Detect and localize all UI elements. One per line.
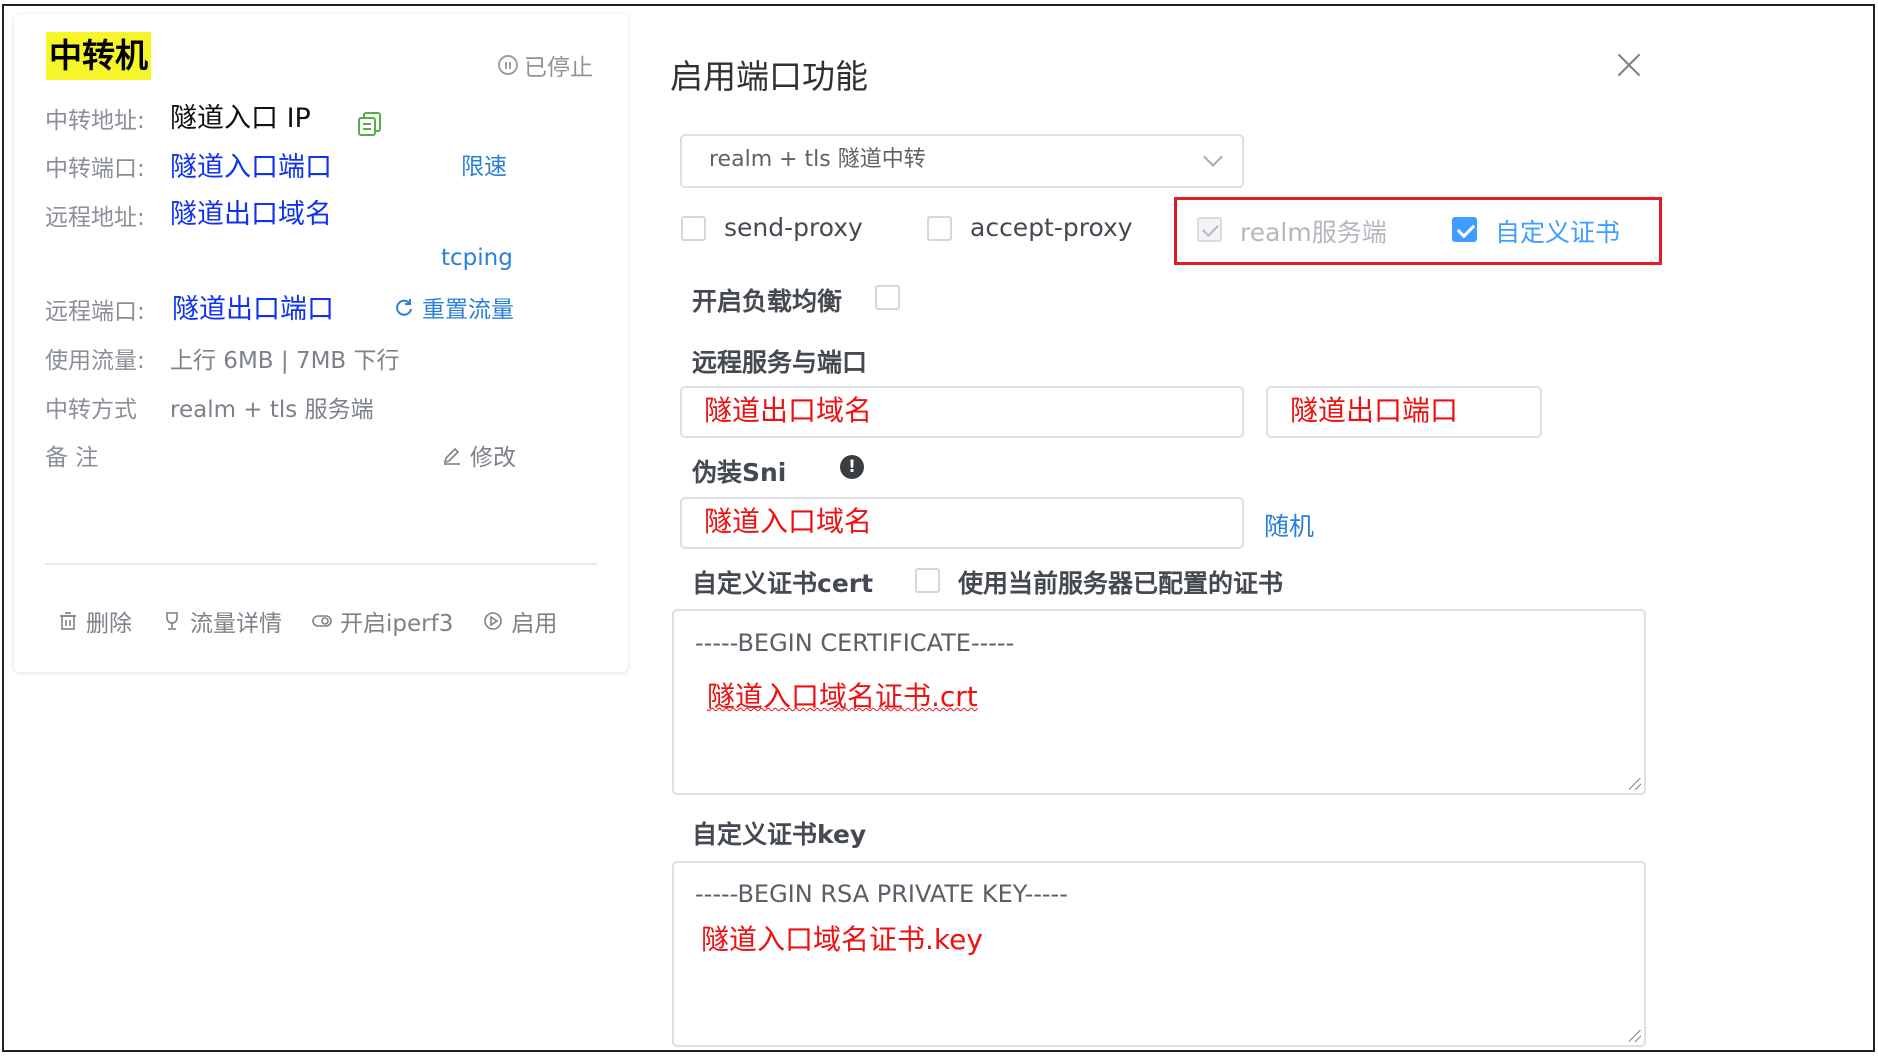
mode-select-value: realm + tls 隧道中转: [709, 147, 926, 172]
edit-note-button[interactable]: 修改: [442, 438, 516, 472]
toggle-icon: [312, 615, 332, 627]
iperf3-button[interactable]: 开启iperf3: [312, 604, 453, 638]
custom-cert-checkbox[interactable]: [1452, 217, 1477, 242]
card-actions: 删除 流量详情 开启iperf3 启用: [58, 604, 557, 638]
cup-icon: [166, 612, 178, 630]
dialog-title: 启用端口功能: [670, 57, 868, 96]
iperf3-label: 开启iperf3: [340, 611, 454, 637]
relay-port-label: 中转端口:: [45, 156, 145, 182]
pencil-icon: [443, 447, 460, 465]
trash-icon: [60, 612, 76, 630]
card-title: 中转机: [46, 32, 151, 80]
resize-handle[interactable]: [1629, 778, 1641, 790]
relay-address-value: 隧道入口 IP: [170, 103, 311, 134]
remote-port-label: 远程端口:: [45, 299, 145, 325]
resize-handle[interactable]: [1629, 1030, 1641, 1042]
note-label: 备 注: [45, 445, 99, 471]
relay-card: 中转机 已停止 中转地址: 隧道入口 IP 中转端口: 隧道入口端口 限速 远程…: [14, 14, 628, 672]
remote-address-value: 隧道出口域名: [170, 199, 332, 230]
mode-select[interactable]: realm + tls 隧道中转: [680, 134, 1244, 188]
refresh-icon: [396, 299, 412, 316]
close-icon[interactable]: [1615, 52, 1643, 80]
chevron-down-icon: [1203, 147, 1223, 167]
remote-section-label: 远程服务与端口: [692, 348, 868, 377]
remote-port-input[interactable]: 隧道出口端口: [1266, 386, 1542, 438]
accept-proxy-label: accept-proxy: [970, 213, 1133, 242]
use-current-cert-checkbox[interactable]: [915, 568, 940, 593]
realm-server-checkbox[interactable]: [1197, 217, 1222, 242]
remote-address-label: 远程地址:: [45, 205, 145, 231]
load-balance-checkbox[interactable]: [875, 285, 900, 310]
mode-value: realm + tls 服务端: [170, 397, 374, 423]
cert-value: 隧道入口域名证书.crt: [707, 680, 978, 713]
play-circle-icon: [484, 612, 503, 630]
status-indicator: 已停止: [498, 48, 593, 82]
custom-cert-label: 自定义证书: [1495, 218, 1621, 247]
reset-traffic-label: 重置流量: [422, 297, 514, 323]
send-proxy-checkbox[interactable]: [681, 216, 706, 241]
traffic-detail-label: 流量详情: [190, 611, 282, 637]
cert-textarea[interactable]: -----BEGIN CERTIFICATE----- 隧道入口域名证书.crt: [672, 609, 1646, 795]
load-balance-label: 开启负载均衡: [692, 287, 843, 316]
pause-icon: [498, 55, 518, 75]
key-textarea[interactable]: -----BEGIN RSA PRIVATE KEY----- 隧道入口域名证书…: [672, 861, 1646, 1047]
card-divider: [45, 563, 597, 565]
reset-traffic-button[interactable]: 重置流量: [394, 290, 514, 324]
edit-note-label: 修改: [470, 445, 516, 471]
accept-proxy-checkbox[interactable]: [927, 216, 952, 241]
sni-label: 伪装Sni: [692, 458, 787, 487]
relay-port-value: 隧道入口端口: [170, 152, 332, 183]
key-value: 隧道入口域名证书.key: [701, 923, 983, 956]
enable-button[interactable]: 启用: [483, 604, 557, 638]
copy-icon[interactable]: [357, 111, 383, 137]
send-proxy-label: send-proxy: [724, 213, 863, 242]
mode-label: 中转方式: [45, 397, 137, 423]
screenshot-frame: 中转机 已停止 中转地址: 隧道入口 IP 中转端口: 隧道入口端口 限速 远程…: [2, 4, 1875, 1052]
rate-limit-link[interactable]: 限速: [461, 147, 507, 181]
traffic-detail-button[interactable]: 流量详情: [162, 604, 282, 638]
relay-address-label: 中转地址:: [45, 108, 145, 134]
delete-label: 删除: [86, 611, 132, 637]
use-current-cert-label: 使用当前服务器已配置的证书: [958, 569, 1284, 598]
cert-label: 自定义证书cert: [692, 569, 874, 598]
realm-server-label: realm服务端: [1240, 218, 1387, 247]
cert-placeholder: -----BEGIN CERTIFICATE-----: [695, 629, 1015, 657]
usage-label: 使用流量:: [45, 348, 145, 374]
enable-label: 启用: [511, 611, 558, 637]
info-icon[interactable]: !: [840, 455, 864, 479]
usage-value: 上行 6MB | 7MB 下行: [170, 348, 400, 374]
remote-port-value: 隧道出口端口: [172, 294, 334, 325]
delete-button[interactable]: 删除: [58, 604, 132, 638]
remote-host-input[interactable]: 隧道出口域名: [680, 386, 1244, 438]
tcping-link[interactable]: tcping: [441, 245, 513, 271]
key-placeholder: -----BEGIN RSA PRIVATE KEY-----: [695, 880, 1068, 908]
sni-input[interactable]: 隧道入口域名: [680, 497, 1244, 549]
status-text: 已停止: [524, 55, 593, 81]
random-sni-link[interactable]: 随机: [1264, 507, 1314, 543]
key-label: 自定义证书key: [692, 820, 867, 849]
